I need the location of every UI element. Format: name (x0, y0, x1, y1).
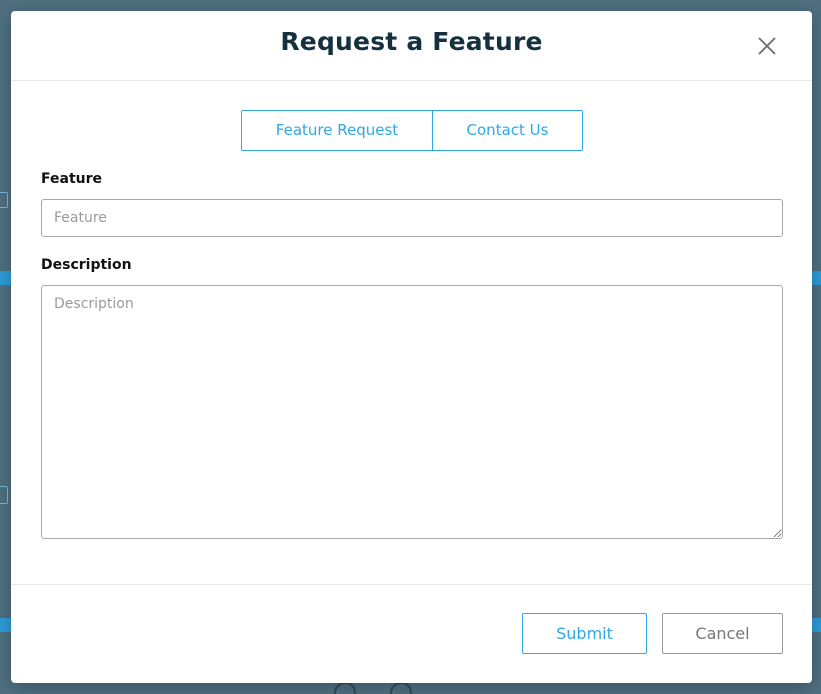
background-gear-icon (390, 682, 412, 694)
feature-label: Feature (41, 171, 102, 187)
modal-title: Request a Feature (280, 27, 543, 56)
feature-input[interactable] (41, 199, 783, 237)
background-strip (0, 271, 11, 285)
modal-header: Request a Feature (11, 11, 812, 81)
tab-feature-request[interactable]: Feature Request (242, 111, 433, 150)
submit-button[interactable]: Submit (522, 613, 647, 654)
request-feature-modal: Request a Feature Feature Request Contac… (11, 11, 812, 683)
background-strip (812, 618, 821, 632)
close-button[interactable] (756, 35, 778, 57)
description-label: Description (41, 257, 132, 273)
background-strip (0, 618, 11, 632)
close-icon (758, 37, 776, 55)
background-element (0, 192, 8, 208)
description-textarea[interactable] (41, 285, 783, 539)
tab-contact-us[interactable]: Contact Us (433, 111, 582, 150)
background-strip (812, 271, 821, 285)
background-element (0, 486, 8, 504)
request-type-tabs: Feature Request Contact Us (241, 110, 583, 151)
background-user-icon (334, 682, 356, 694)
cancel-button[interactable]: Cancel (662, 613, 783, 654)
footer-divider (11, 584, 812, 585)
